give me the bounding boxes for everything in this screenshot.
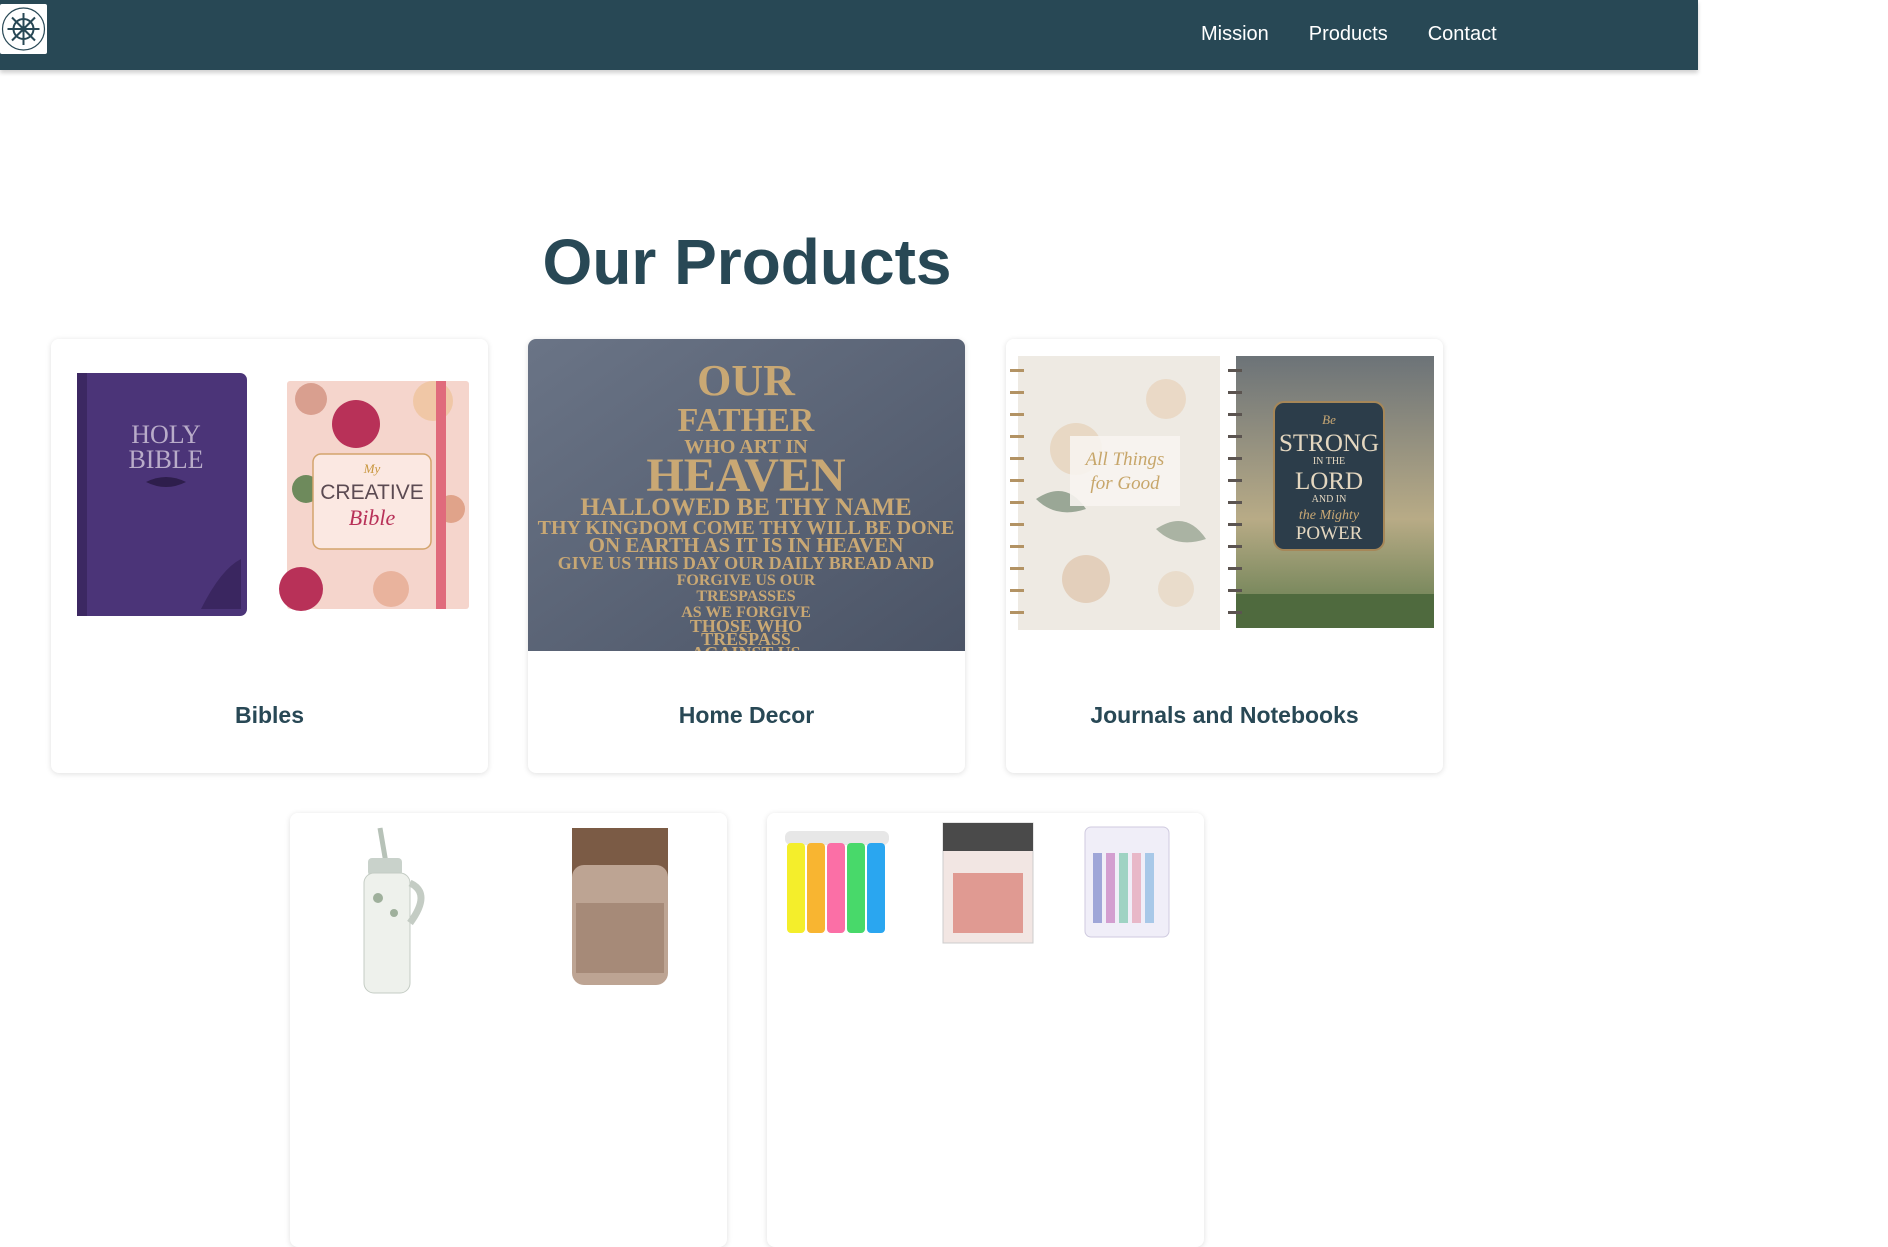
journal-text-for-good: for Good bbox=[1090, 473, 1160, 494]
creative-bible-text-bible: Bible bbox=[349, 505, 396, 530]
decor-text-daily-bread: GIVE US THIS DAY OUR DAILY BREAD AND bbox=[558, 553, 935, 573]
drinkware-image bbox=[290, 813, 727, 1125]
journal-text-all-things: All Things bbox=[1084, 449, 1165, 470]
card-title-bibles: Bibles bbox=[234, 702, 305, 728]
nav-links: Mission Products Contact bbox=[1201, 22, 1537, 46]
creative-bible-text-creative: CREATIVE bbox=[320, 481, 423, 504]
card-title-home-decor: Home Decor bbox=[678, 702, 815, 728]
journal-text-in-the: IN THE bbox=[1313, 456, 1345, 467]
product-card-drinkware[interactable] bbox=[290, 813, 727, 1247]
journal-text-power: POWER bbox=[1296, 523, 1363, 544]
journal-text-be: Be bbox=[1322, 412, 1336, 427]
decor-text-trespasses: TRESPASSES bbox=[696, 588, 795, 605]
ship-wheel-logo-icon[interactable] bbox=[0, 4, 47, 54]
bibles-image: HOLY BIBLE My CREATIVE Bible bbox=[51, 339, 488, 651]
page-title: Our Products bbox=[542, 226, 952, 298]
product-card-art-supplies[interactable] bbox=[767, 813, 1204, 1247]
nav-link-products[interactable]: Products bbox=[1309, 22, 1388, 46]
card-title-journals: Journals and Notebooks bbox=[1090, 702, 1359, 728]
journal-text-strong: STRONG bbox=[1279, 430, 1379, 457]
decor-text-our: OUR bbox=[697, 356, 796, 405]
product-card-bibles[interactable]: HOLY BIBLE My CREATIVE Bible Bibles bbox=[51, 339, 488, 773]
product-card-home-decor[interactable]: OUR FATHER WHO ART IN HEAVEN HALLOWED BE… bbox=[528, 339, 965, 773]
nav-link-mission[interactable]: Mission bbox=[1201, 22, 1269, 46]
decor-text-against-us: AGAINST US bbox=[691, 643, 800, 651]
journal-text-and-in: AND IN bbox=[1312, 494, 1347, 505]
journals-image: All Things for Good Be STRONG IN THE LOR… bbox=[1006, 339, 1443, 651]
bible-text-bible: BIBLE bbox=[128, 445, 203, 474]
navbar: Mission Products Contact bbox=[0, 0, 1698, 70]
art-supplies-image bbox=[767, 813, 1204, 1125]
journal-text-lord: LORD bbox=[1295, 468, 1363, 495]
creative-bible-text-my: My bbox=[363, 461, 381, 476]
home-decor-image: OUR FATHER WHO ART IN HEAVEN HALLOWED BE… bbox=[528, 339, 965, 651]
decor-text-father: FATHER bbox=[678, 402, 815, 439]
journal-text-mighty: the Mighty bbox=[1299, 508, 1360, 523]
product-card-journals[interactable]: All Things for Good Be STRONG IN THE LOR… bbox=[1006, 339, 1443, 773]
nav-link-contact[interactable]: Contact bbox=[1428, 22, 1497, 46]
decor-text-forgive: FORGIVE US OUR bbox=[677, 572, 816, 589]
